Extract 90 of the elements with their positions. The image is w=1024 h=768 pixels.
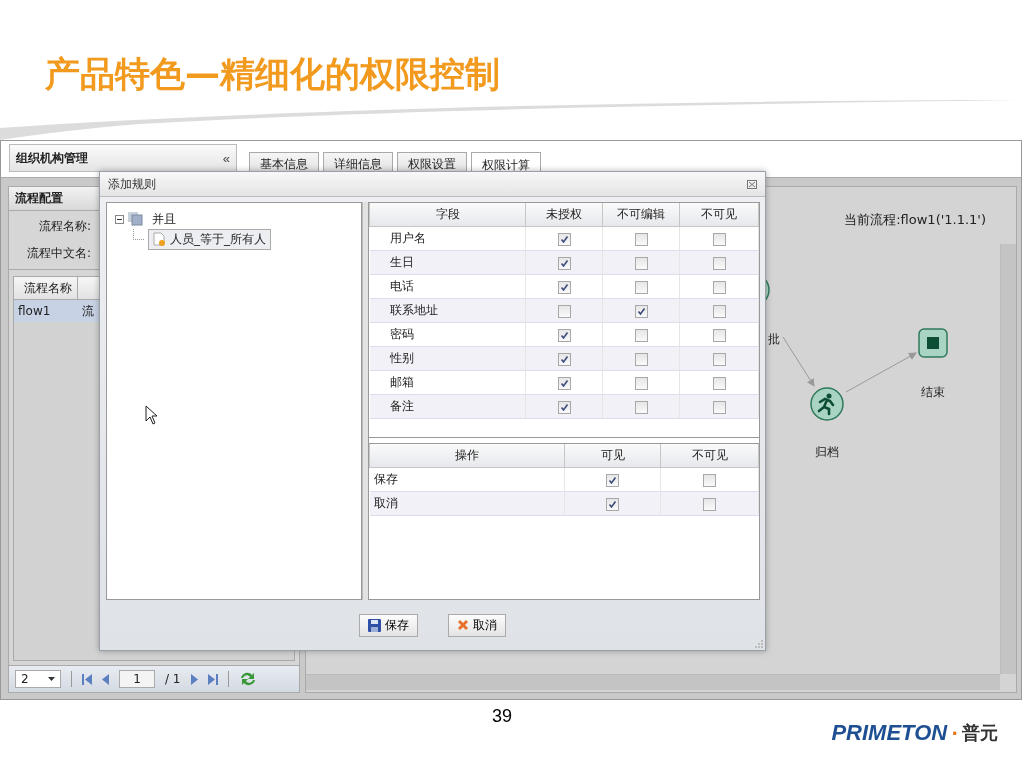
column-header: 未授权 bbox=[525, 203, 603, 227]
checkbox[interactable] bbox=[634, 256, 648, 270]
checkbox[interactable] bbox=[557, 400, 571, 414]
column-header: 操作 bbox=[369, 444, 565, 468]
logo-name: 普元 bbox=[962, 721, 998, 745]
table-cell: 性别 bbox=[369, 346, 526, 371]
caret-icon bbox=[48, 677, 55, 681]
node-label: 归档 bbox=[815, 444, 839, 461]
table-cell: 生日 bbox=[369, 250, 526, 275]
field-label: 流程名称: bbox=[37, 218, 91, 235]
table-cell: 联系地址 bbox=[369, 298, 526, 323]
checkbox[interactable] bbox=[703, 497, 716, 511]
resize-grip-icon[interactable] bbox=[755, 640, 763, 648]
collapse-toggle-icon[interactable] bbox=[115, 214, 124, 224]
panel-title: 流程配置 bbox=[15, 190, 63, 207]
column-header: 字段 bbox=[369, 203, 526, 227]
checkbox[interactable] bbox=[712, 280, 726, 294]
checkbox[interactable] bbox=[634, 400, 648, 414]
checkbox[interactable] bbox=[634, 376, 648, 390]
checkbox[interactable] bbox=[712, 376, 726, 390]
stop-node-icon[interactable] bbox=[918, 328, 948, 358]
page-number: 39 bbox=[492, 706, 513, 727]
checkbox[interactable] bbox=[634, 232, 648, 246]
checkbox[interactable] bbox=[557, 280, 571, 294]
checkbox[interactable] bbox=[634, 280, 648, 294]
close-icon[interactable] bbox=[747, 179, 757, 189]
logo-wordmark: PRIMETON bbox=[831, 720, 948, 746]
connector-arrow bbox=[782, 336, 815, 387]
page-input[interactable]: 1 bbox=[119, 670, 155, 688]
checkbox[interactable] bbox=[712, 232, 726, 246]
horizontal-scrollbar[interactable] bbox=[306, 674, 1000, 690]
tree-node[interactable]: 人员_等于_所有人 bbox=[148, 228, 271, 250]
checkbox[interactable] bbox=[557, 232, 571, 246]
checkbox[interactable] bbox=[712, 256, 726, 270]
current-flow-label: 当前流程:flow1('1.1.1') bbox=[844, 211, 986, 229]
checkbox[interactable] bbox=[606, 497, 619, 511]
table-cell: 电话 bbox=[369, 274, 526, 299]
table-cell: 密码 bbox=[369, 322, 526, 347]
checkbox[interactable] bbox=[557, 352, 571, 366]
checkbox[interactable] bbox=[606, 473, 619, 487]
connector-arrow bbox=[845, 352, 917, 393]
table-cell-text: flow1 bbox=[17, 303, 52, 320]
column-header: 可见 bbox=[564, 444, 661, 468]
checkbox[interactable] bbox=[557, 304, 571, 318]
table-cell: 保存 bbox=[369, 467, 565, 492]
table-cell: 用户名 bbox=[369, 226, 526, 251]
vertical-scrollbar[interactable] bbox=[1000, 244, 1016, 674]
document-icon bbox=[153, 232, 166, 246]
checkbox[interactable] bbox=[557, 256, 571, 270]
checkbox[interactable] bbox=[634, 328, 648, 342]
checkbox[interactable] bbox=[712, 304, 726, 318]
table-cell-text: 流 bbox=[81, 302, 94, 320]
column-header: 不可见 bbox=[660, 444, 759, 468]
node-label: 结束 bbox=[921, 384, 945, 401]
collapse-button[interactable]: « bbox=[222, 150, 230, 166]
table-cell: 取消 bbox=[369, 491, 565, 516]
checkbox[interactable] bbox=[712, 352, 726, 366]
checkbox[interactable] bbox=[703, 473, 716, 487]
next-page-icon[interactable] bbox=[190, 673, 198, 685]
page-size-select[interactable]: 2 bbox=[15, 670, 61, 688]
checkbox[interactable] bbox=[634, 304, 648, 318]
save-button[interactable]: 保存 bbox=[359, 613, 418, 637]
checkbox[interactable] bbox=[557, 328, 571, 342]
dialog-title: 添加规则 bbox=[108, 175, 156, 193]
checkbox[interactable] bbox=[634, 352, 648, 366]
page-total: / 1 bbox=[165, 672, 181, 686]
tree-node[interactable]: 并且 bbox=[147, 208, 181, 230]
column-header: 不可见 bbox=[679, 203, 759, 227]
last-page-icon[interactable] bbox=[207, 673, 218, 685]
checkbox[interactable] bbox=[712, 328, 726, 342]
node-label: 批 bbox=[768, 331, 780, 348]
table-cell: 备注 bbox=[369, 394, 526, 419]
first-page-icon[interactable] bbox=[82, 673, 92, 685]
field-label: 流程中文名: bbox=[25, 245, 91, 262]
checkbox[interactable] bbox=[557, 376, 571, 390]
mouse-pointer-icon bbox=[145, 405, 158, 425]
panel-title: 组织机构管理 bbox=[16, 149, 88, 167]
table-cell: 邮箱 bbox=[369, 370, 526, 395]
page-size-value: 2 bbox=[21, 672, 29, 686]
column-header: 不可编辑 bbox=[602, 203, 680, 227]
cross-icon bbox=[457, 619, 469, 631]
checkbox[interactable] bbox=[712, 400, 726, 414]
runner-node-icon[interactable] bbox=[810, 387, 844, 421]
logo-separator: · bbox=[951, 722, 958, 744]
cancel-button[interactable]: 取消 bbox=[448, 613, 506, 637]
refresh-icon[interactable] bbox=[238, 671, 257, 687]
splitter-handle[interactable] bbox=[362, 202, 368, 600]
previous-page-icon[interactable] bbox=[102, 673, 109, 685]
slide-title: 产品特色—精细化的权限控制 bbox=[45, 53, 500, 96]
pages-icon bbox=[128, 212, 143, 226]
